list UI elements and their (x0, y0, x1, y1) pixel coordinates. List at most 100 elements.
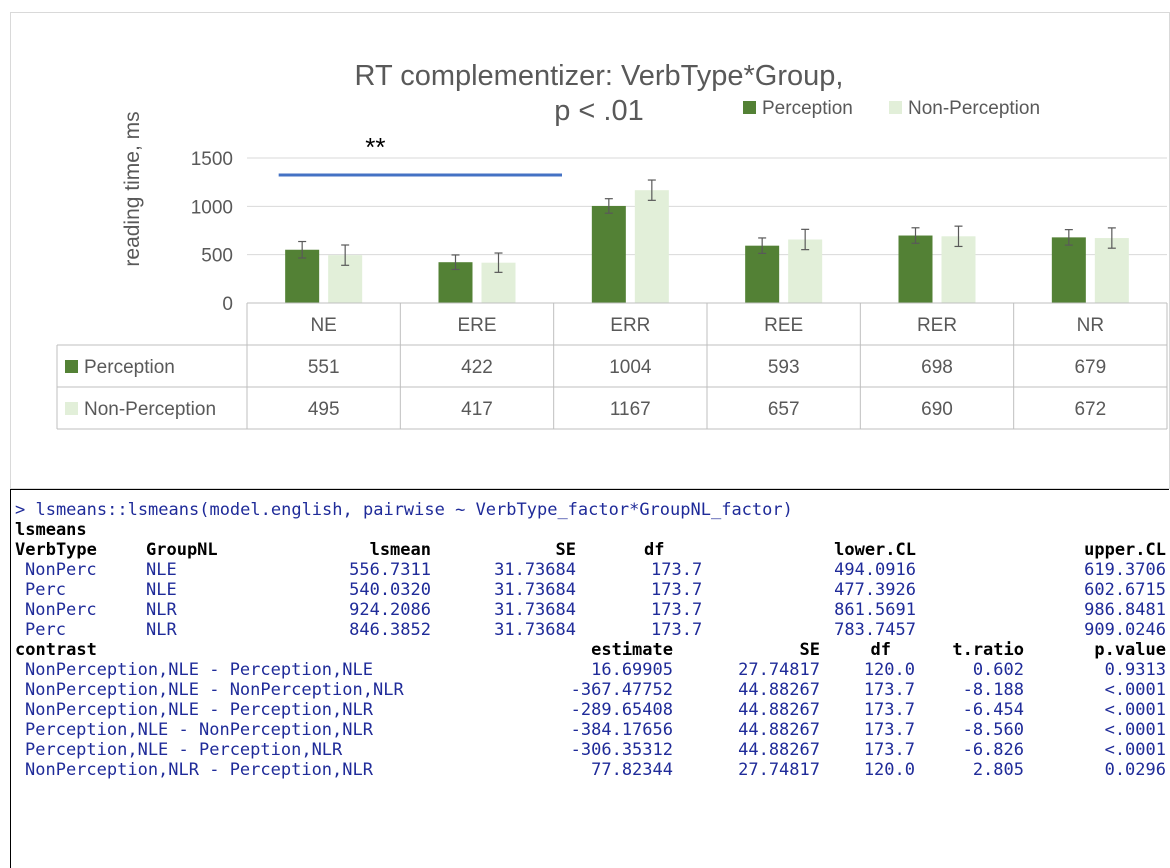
lsmeans-header: VerbType (15, 540, 97, 560)
contrast-cell: Perception,NLE - NonPerception,NLR (25, 720, 373, 740)
contrast-cell: 120.0 (863, 660, 915, 680)
lsmeans-cell: 173.7 (651, 560, 703, 580)
contrast-cell: NonPerception,NLR - Perception,NLR (25, 760, 373, 780)
chart-title: RT complementizer: VerbType*Group, (355, 60, 844, 92)
contrast-cell: <.0001 (1104, 720, 1166, 740)
lsmeans-cell: 909.0246 (1084, 620, 1166, 640)
lsmeans-cell: NLR (146, 600, 177, 620)
significance-stars: ** (365, 132, 385, 162)
lsmeans-cell: 556.7311 (349, 560, 431, 580)
lsmeans-cell: 602.6715 (1084, 580, 1166, 600)
data-value: 551 (308, 357, 340, 378)
contrast-cell: 173.7 (863, 740, 915, 760)
contrast-cell: 0.9313 (1104, 660, 1166, 680)
lsmeans-section-title: lsmeans (15, 520, 87, 540)
data-value: 679 (1074, 357, 1106, 378)
lsmeans-cell: 31.73684 (494, 580, 576, 600)
lsmeans-cell: 986.8481 (1084, 600, 1166, 620)
contrast-cell: 16.69905 (591, 660, 673, 680)
legend-swatch (889, 101, 902, 114)
lsmeans-cell: Perc (25, 620, 66, 640)
contrast-cell: -8.560 (962, 720, 1024, 740)
contrast-cell: 173.7 (863, 700, 915, 720)
contrast-cell: 44.88267 (738, 700, 820, 720)
lsmeans-cell: Perc (25, 580, 66, 600)
contrast-cell: -367.47752 (570, 680, 673, 700)
bar-chart: RT complementizer: VerbType*Group, p < .… (56, 60, 1168, 430)
table-row-label: Non-Perception (84, 399, 216, 420)
data-value: 690 (921, 399, 953, 420)
category-label: RER (917, 315, 957, 336)
lsmeans-cell: 783.7457 (834, 620, 916, 640)
lsmeans-header: lower.CL (834, 540, 916, 560)
data-value: 495 (308, 399, 340, 420)
lsmeans-cell: 173.7 (651, 600, 703, 620)
contrast-cell: 173.7 (863, 680, 915, 700)
contrast-cell: -306.35312 (570, 740, 673, 760)
contrast-cell: 120.0 (863, 760, 915, 780)
category-label: ERR (610, 315, 650, 336)
data-value: 422 (461, 357, 493, 378)
contrast-header: df (870, 640, 891, 660)
legend-label: Non-Perception (908, 98, 1040, 119)
contrast-cell: -6.826 (962, 740, 1024, 760)
y-tick-label: 1000 (191, 197, 233, 218)
lsmeans-cell: 540.0320 (349, 580, 431, 600)
contrast-cell: <.0001 (1104, 680, 1166, 700)
y-axis-label: reading time, ms (121, 111, 144, 266)
lsmeans-cell: 31.73684 (494, 560, 576, 580)
contrast-cell: -8.188 (962, 680, 1024, 700)
contrast-cell: 2.805 (972, 760, 1024, 780)
contrast-cell: -6.454 (962, 700, 1024, 720)
lsmeans-cell: 846.3852 (349, 620, 431, 640)
y-tick-label: 0 (222, 294, 233, 315)
bar-non-perception (634, 190, 669, 303)
category-label: REE (764, 315, 803, 336)
chart-panel: RT complementizer: VerbType*Group, p < .… (10, 12, 1170, 489)
legend-label: Perception (762, 98, 853, 119)
chart-subtitle: p < .01 (554, 95, 644, 127)
lsmeans-cell: 31.73684 (494, 620, 576, 640)
legend-swatch (743, 101, 756, 114)
lsmeans-cell: NLE (146, 580, 177, 600)
lsmeans-header: SE (555, 540, 576, 560)
table-legend-swatch (65, 402, 78, 415)
lsmeans-cell: 494.0916 (834, 560, 916, 580)
lsmeans-cell: NonPerc (25, 560, 97, 580)
table-legend-swatch (65, 360, 78, 373)
bar-perception (745, 245, 780, 303)
bar-perception (898, 235, 933, 303)
console-command: > lsmeans::lsmeans(model.english, pairwi… (15, 500, 793, 520)
y-tick-label: 500 (201, 246, 233, 267)
lsmeans-cell: 861.5691 (834, 600, 916, 620)
lsmeans-cell: 173.7 (651, 580, 703, 600)
contrast-header: estimate (591, 640, 673, 660)
contrast-cell: -289.65408 (570, 700, 673, 720)
contrast-header: p.value (1094, 640, 1166, 660)
contrast-cell: NonPerception,NLE - NonPerception,NLR (25, 680, 404, 700)
bar-perception (1051, 237, 1086, 303)
contrast-cell: 27.74817 (738, 760, 820, 780)
contrast-header: contrast (15, 640, 97, 660)
category-label: NE (310, 315, 336, 336)
category-label: ERE (457, 315, 496, 336)
lsmeans-header: lsmean (369, 540, 431, 560)
data-value: 698 (921, 357, 953, 378)
contrast-cell: 44.88267 (738, 720, 820, 740)
data-value: 1004 (609, 357, 652, 378)
lsmeans-cell: 619.3706 (1084, 560, 1166, 580)
r-console-output: > lsmeans::lsmeans(model.english, pairwi… (10, 489, 1169, 868)
contrast-cell: 0.0296 (1104, 760, 1166, 780)
contrast-cell: NonPerception,NLE - Perception,NLE (25, 660, 373, 680)
lsmeans-cell: 924.2086 (349, 600, 431, 620)
contrast-header: SE (799, 640, 820, 660)
data-value: 657 (768, 399, 800, 420)
lsmeans-cell: NLE (146, 560, 177, 580)
contrast-cell: 77.82344 (591, 760, 673, 780)
table-row-label: Perception (84, 357, 175, 378)
category-label: NR (1077, 315, 1104, 336)
contrast-cell: -384.17656 (570, 720, 673, 740)
contrast-cell: 173.7 (863, 720, 915, 740)
contrast-cell: Perception,NLE - Perception,NLR (25, 740, 343, 760)
contrast-cell: <.0001 (1104, 740, 1166, 760)
